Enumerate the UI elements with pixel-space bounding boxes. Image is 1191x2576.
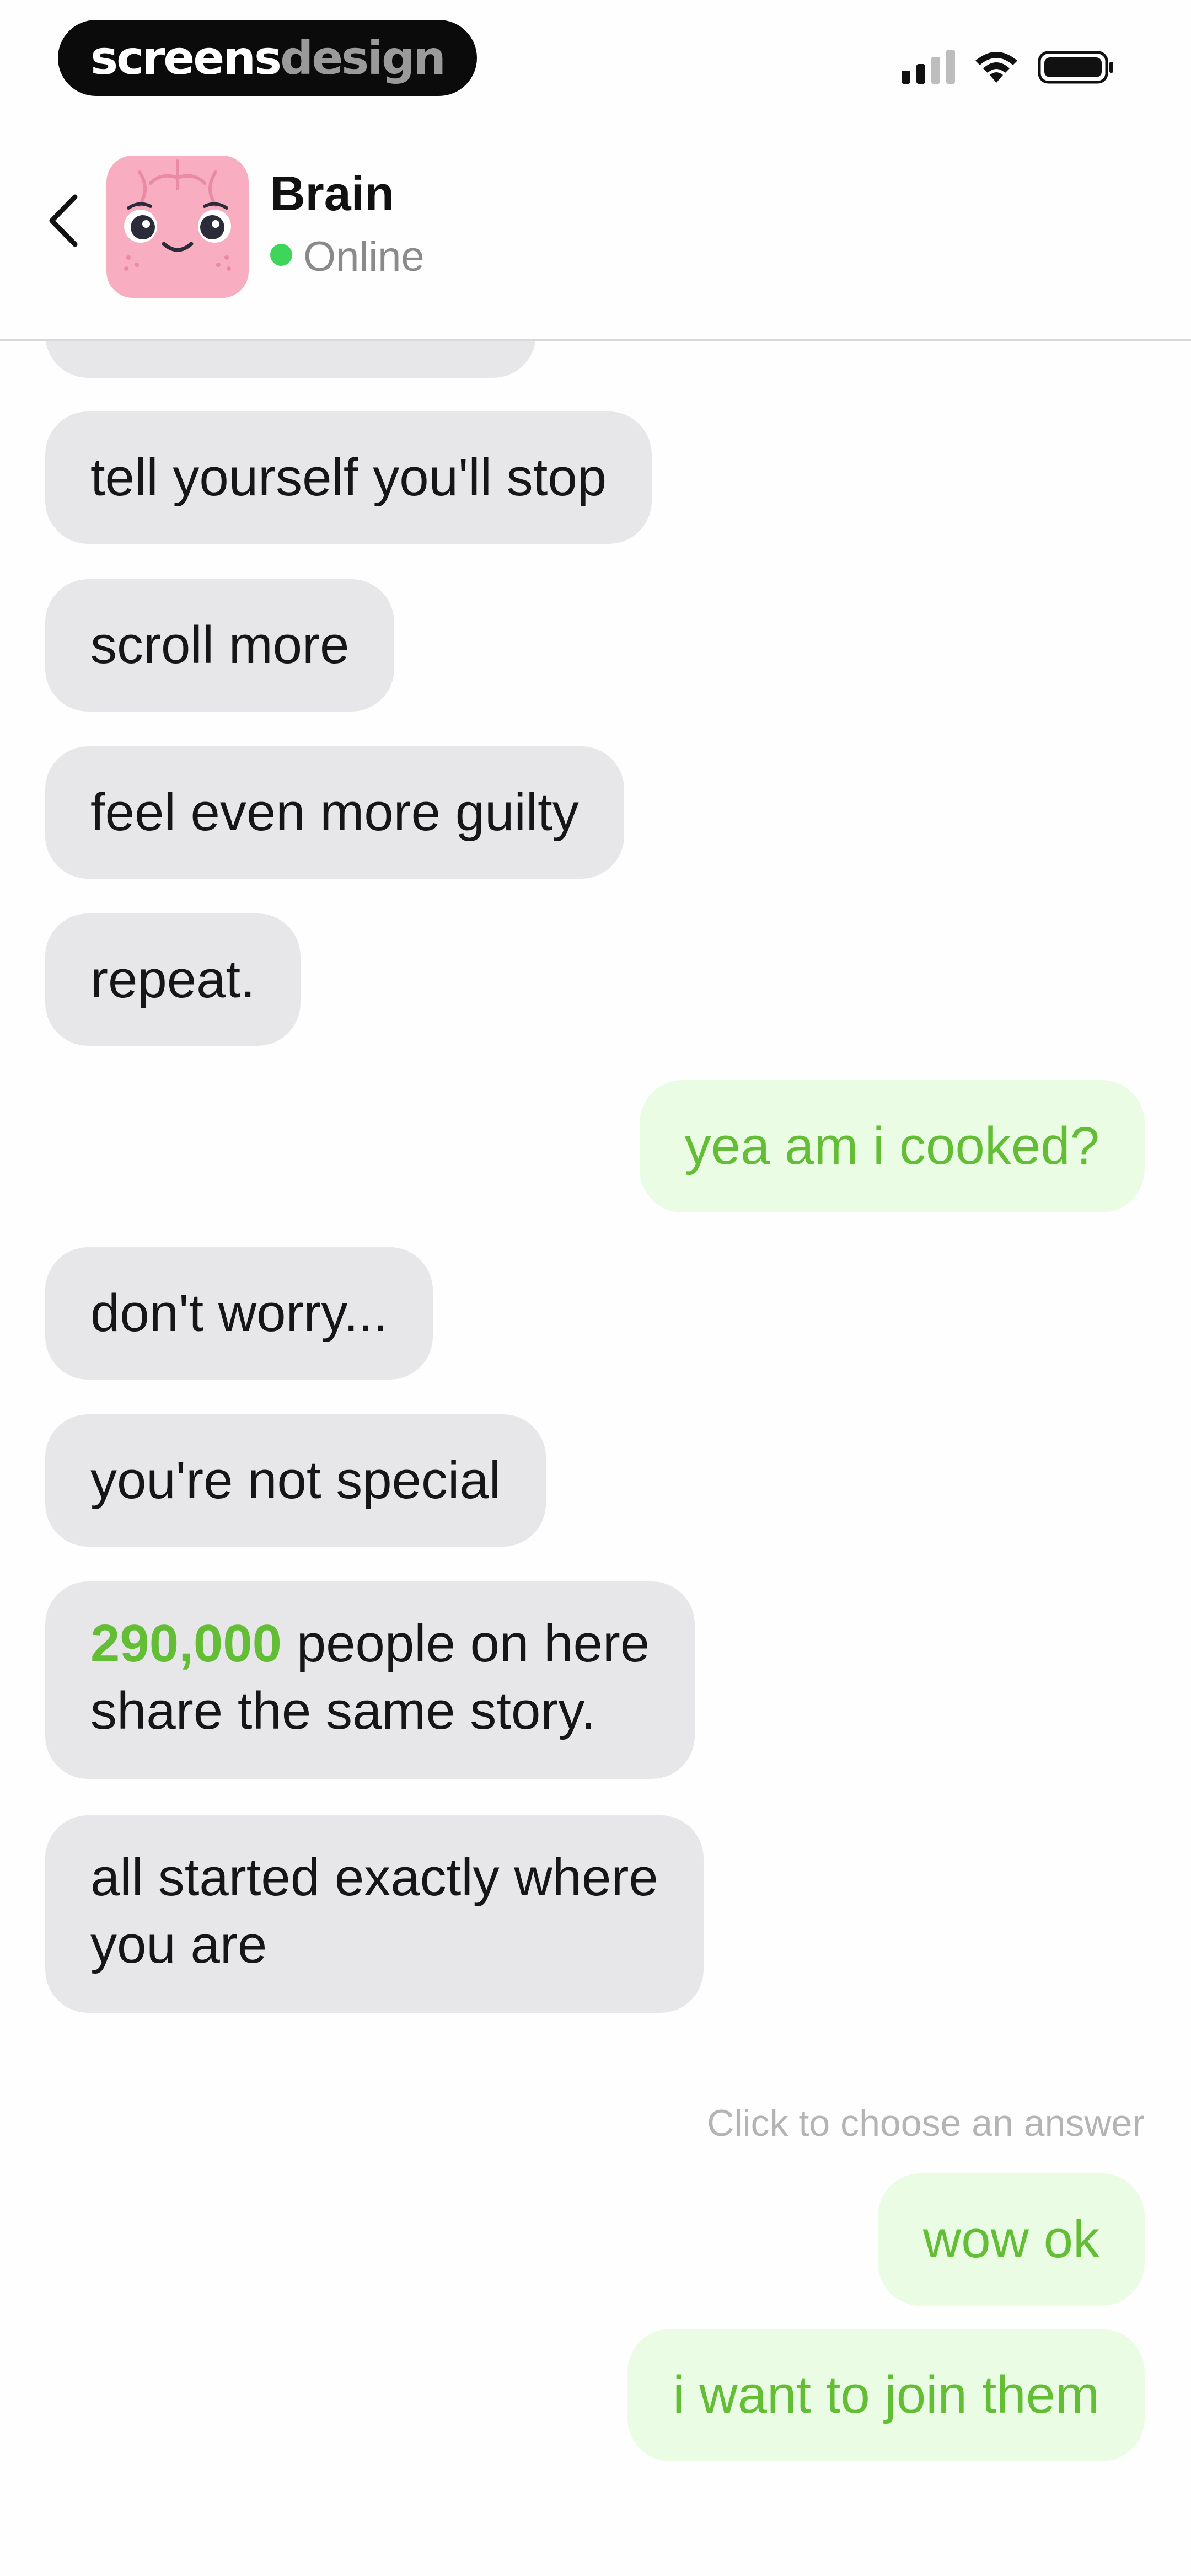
- message-bubble: tell yourself you'll stop: [45, 411, 652, 544]
- header-online-dot: [270, 244, 292, 266]
- battery-icon: [1038, 51, 1113, 84]
- message-bubble-multiline: all started exactly where you are: [45, 1815, 704, 2013]
- brain-avatar[interactable]: [106, 156, 249, 298]
- status-bar: screens design: [0, 0, 1191, 116]
- answer-option-wow-ok[interactable]: wow ok: [877, 2173, 1145, 2306]
- wifi-icon: [975, 52, 1017, 83]
- message-line1-rest: people on here: [282, 1614, 650, 1673]
- header-contact-name: Brain: [270, 166, 394, 221]
- message-bubble: feel even more guilty: [45, 746, 624, 879]
- message-bubble-multiline: 290,000 people on here share the same st…: [45, 1581, 695, 1779]
- user-message-bubble: yea am i cooked?: [639, 1080, 1145, 1212]
- message-bubble: you're not special: [45, 1414, 546, 1547]
- signal-icon: [902, 50, 955, 84]
- brand-part1: screens: [90, 31, 282, 85]
- header-status-text: Online: [303, 233, 425, 280]
- answer-hint: Click to choose an answer: [707, 2102, 1145, 2144]
- header-overlay: Brain Online: [0, 127, 1191, 339]
- message-line1: all started exactly where: [90, 1848, 658, 1907]
- message-bubble: repeat.: [45, 913, 301, 1046]
- message-line2: share the same story.: [90, 1681, 596, 1740]
- brand-logo: screens design: [58, 20, 477, 96]
- message-bubble: don't worry...: [45, 1247, 433, 1380]
- message-bubble: scroll more: [45, 579, 395, 712]
- answer-option-join-them[interactable]: i want to join them: [627, 2329, 1145, 2461]
- message-line2: you are: [90, 1915, 267, 1974]
- highlight-count: 290,000: [90, 1614, 282, 1673]
- back-chevron-icon[interactable]: [42, 190, 86, 251]
- chat-screen: screens design Brain Online tell yoursel…: [0, 0, 1191, 2576]
- brand-part2: design: [280, 31, 446, 85]
